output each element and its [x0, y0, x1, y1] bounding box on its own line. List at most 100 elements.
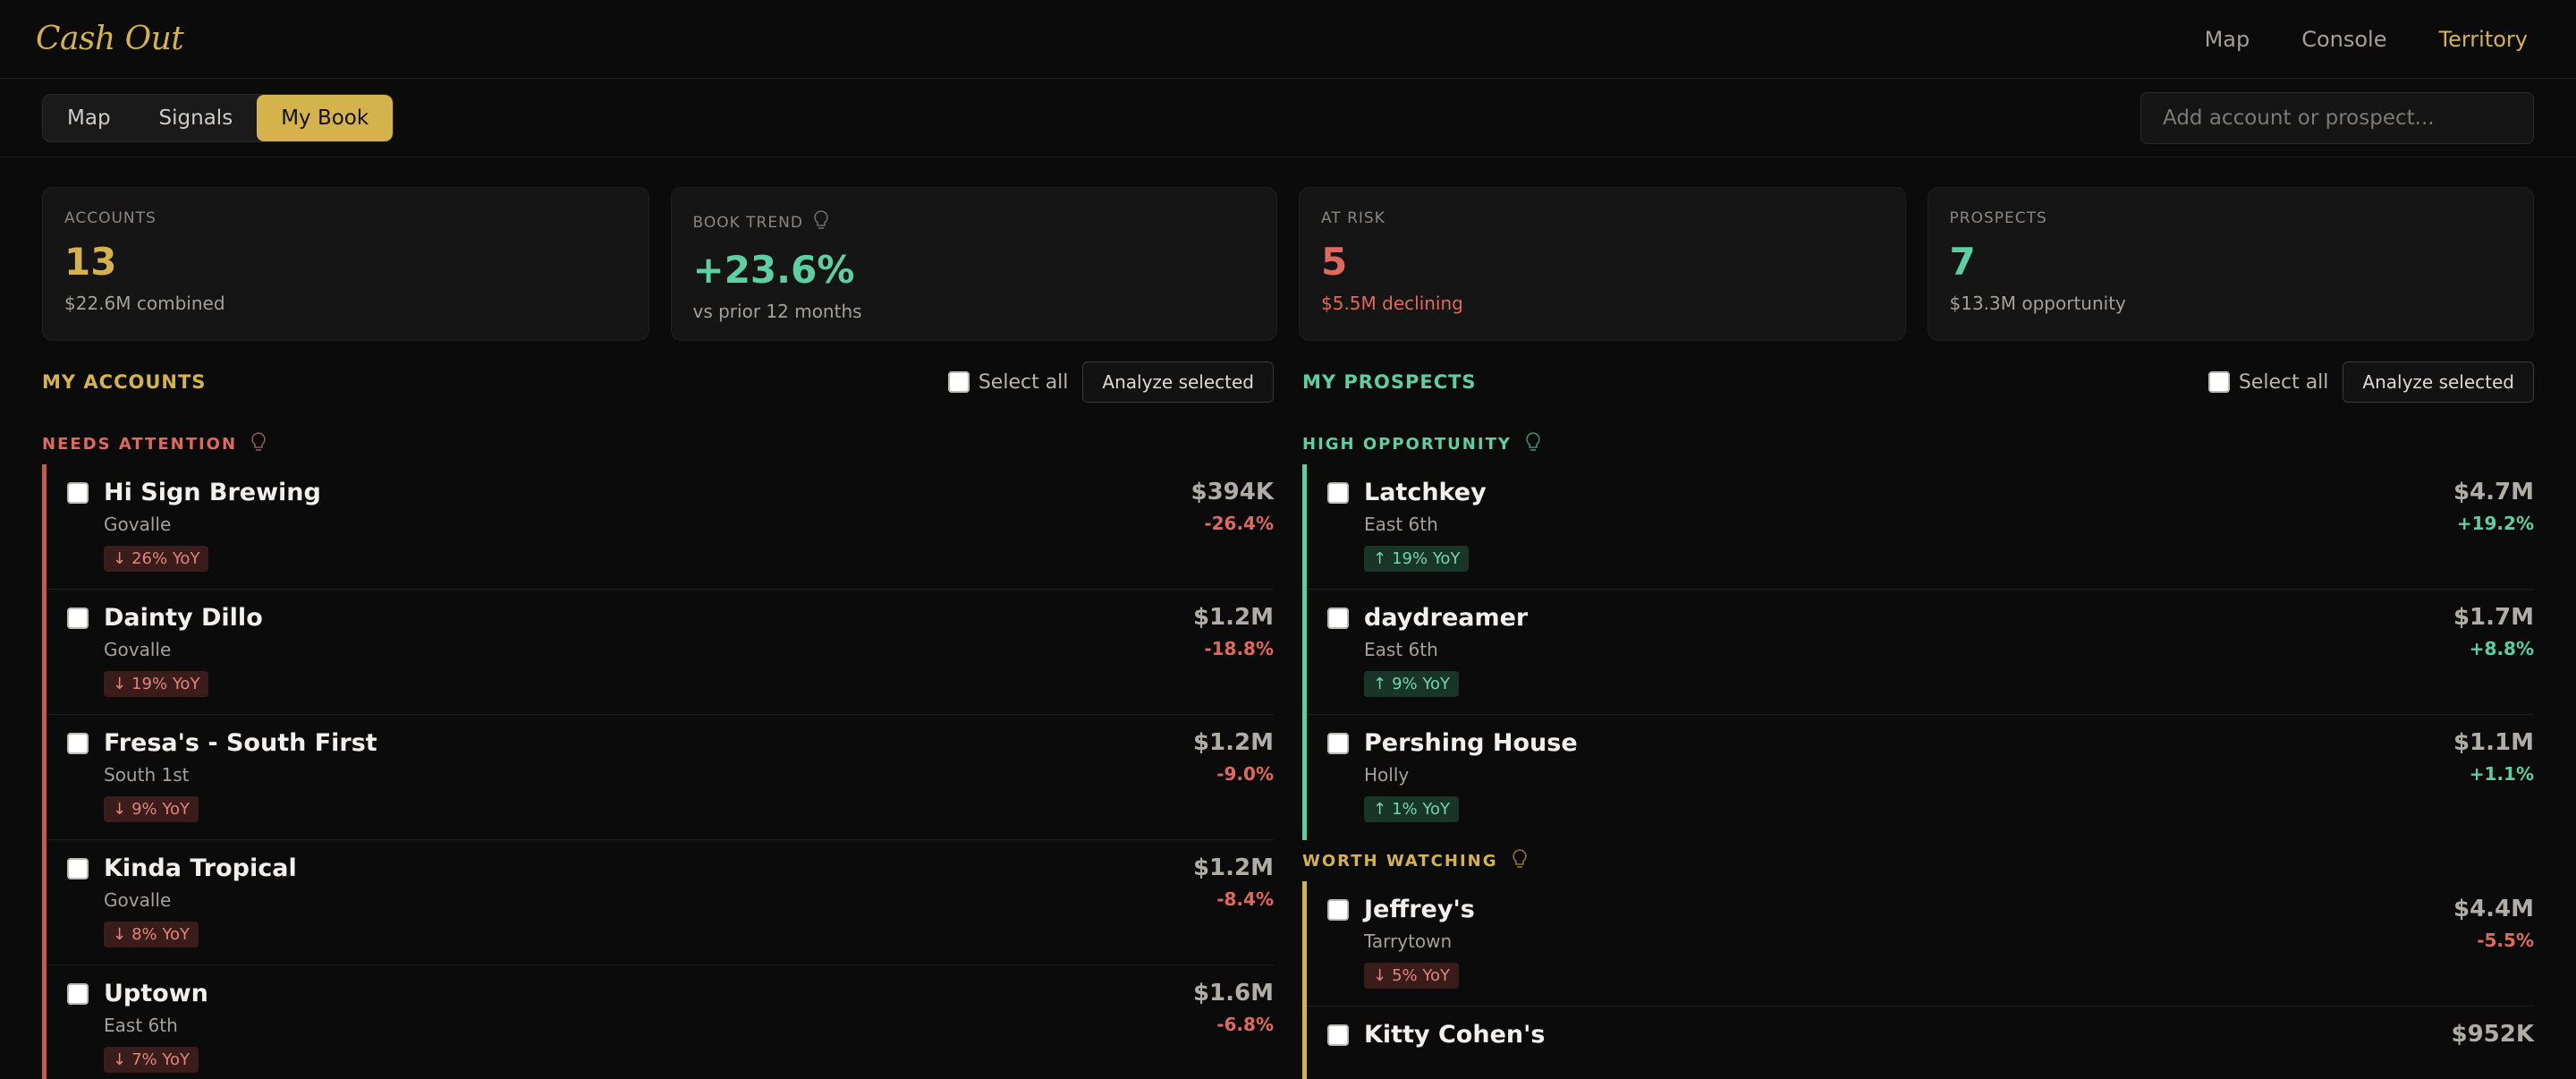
- account-row[interactable]: Uptown East 6th ↓ 7% YoY $1.6M -6.8%: [47, 965, 1274, 1079]
- prospect-row[interactable]: Kitty Cohen's $952K: [1307, 1007, 2534, 1079]
- view-tabs: Map Signals My Book: [42, 93, 394, 142]
- row-right: $394K -26.4%: [1191, 479, 1274, 589]
- prospects-actions: Select all Analyze selected: [2207, 361, 2534, 403]
- badge-text: 1% YoY: [1392, 800, 1450, 819]
- select-all-label: Select all: [2238, 370, 2329, 394]
- tab-my-book[interactable]: My Book: [257, 94, 394, 141]
- account-location: East 6th: [104, 1015, 178, 1036]
- arrow-up-icon: ↑: [1373, 675, 1387, 693]
- row-checkbox[interactable]: [67, 607, 89, 629]
- prospect-row[interactable]: Jeffrey's Tarrytown ↓ 5% YoY $4.4M -5.5%: [1307, 881, 2534, 1007]
- row-checkbox[interactable]: [1327, 607, 1349, 629]
- prospect-row[interactable]: daydreamer East 6th ↑ 9% YoY $1.7M +8.8%: [1307, 590, 2534, 715]
- needs-attention-label: NEEDS ATTENTION: [42, 423, 1274, 464]
- stat-at-risk: AT RISK 5 $5.5M declining: [1299, 187, 1906, 341]
- row-checkbox[interactable]: [67, 983, 89, 1005]
- arrow-down-icon: ↓: [113, 925, 127, 944]
- select-all-prospects[interactable]: Select all: [2207, 370, 2329, 394]
- select-all-label: Select all: [978, 370, 1069, 394]
- prospect-location: East 6th: [1364, 514, 1438, 535]
- badge-text: 9% YoY: [1392, 675, 1450, 693]
- analyze-accounts-button[interactable]: Analyze selected: [1082, 361, 1274, 403]
- high-opportunity-group: Latchkey East 6th ↑ 19% YoY $4.7M +19.2% …: [1302, 464, 2534, 840]
- row-checkbox[interactable]: [1327, 899, 1349, 921]
- lightbulb-icon[interactable]: [1511, 848, 1529, 874]
- yoy-badge: ↓ 9% YoY: [104, 796, 199, 822]
- row-left: Pershing House Holly ↑ 1% YoY: [1327, 729, 1578, 840]
- row-checkbox[interactable]: [67, 482, 89, 504]
- row-right: $1.2M -9.0%: [1193, 729, 1274, 839]
- nav-map[interactable]: Map: [2205, 27, 2250, 52]
- prospect-location: Tarrytown: [1364, 930, 1453, 952]
- prospects-header: MY PROSPECTS Select all Analyze selected: [1302, 341, 2534, 423]
- lightbulb-icon[interactable]: [812, 209, 830, 235]
- row-checkbox[interactable]: [1327, 482, 1349, 504]
- row-checkbox[interactable]: [1327, 733, 1349, 754]
- account-location: Govalle: [104, 639, 172, 660]
- stat-sub: $13.3M opportunity: [1949, 293, 2126, 314]
- prospect-row[interactable]: Latchkey East 6th ↑ 19% YoY $4.7M +19.2%: [1307, 464, 2534, 590]
- prospect-name[interactable]: Jeffrey's: [1364, 896, 1475, 923]
- badge-text: 19% YoY: [131, 675, 200, 693]
- stat-value: 5: [1321, 240, 1348, 284]
- badge-text: 5% YoY: [1392, 966, 1450, 985]
- row-left: Kitty Cohen's: [1327, 1021, 1545, 1079]
- account-row[interactable]: Kinda Tropical Govalle ↓ 8% YoY $1.2M -8.…: [47, 840, 1274, 965]
- yoy-badge: ↓ 5% YoY: [1364, 963, 1459, 989]
- row-left: Fresa's - South First South 1st ↓ 9% YoY: [67, 729, 377, 839]
- prospect-change: -5.5%: [2477, 930, 2534, 951]
- row-info: Jeffrey's Tarrytown ↓ 5% YoY: [1364, 896, 1475, 1006]
- row-checkbox[interactable]: [67, 858, 89, 879]
- row-info: Hi Sign Brewing Govalle ↓ 26% YoY: [104, 479, 321, 589]
- account-name[interactable]: Uptown: [104, 980, 208, 1007]
- select-all-checkbox[interactable]: [2207, 371, 2230, 393]
- lightbulb-icon[interactable]: [250, 431, 267, 457]
- brand-logo[interactable]: Cash Out: [36, 21, 184, 57]
- stat-sub: $22.6M combined: [64, 293, 225, 314]
- account-row[interactable]: Dainty Dillo Govalle ↓ 19% YoY $1.2M -18.…: [47, 590, 1274, 715]
- top-nav: Map Console Territory: [2205, 27, 2540, 52]
- add-account-input[interactable]: [2140, 91, 2534, 144]
- prospect-change: +1.1%: [2469, 763, 2534, 785]
- accounts-actions: Select all Analyze selected: [947, 361, 1274, 403]
- yoy-badge: ↑ 9% YoY: [1364, 671, 1459, 697]
- prospect-name[interactable]: Kitty Cohen's: [1364, 1021, 1545, 1049]
- stat-prospects: PROSPECTS 7 $13.3M opportunity: [1927, 187, 2534, 341]
- prospect-name[interactable]: Latchkey: [1364, 479, 1487, 506]
- prospects-column: MY PROSPECTS Select all Analyze selected…: [1302, 341, 2534, 1079]
- stat-value: 13: [64, 240, 117, 284]
- prospects-title: MY PROSPECTS: [1302, 371, 1477, 393]
- analyze-prospects-button[interactable]: Analyze selected: [2343, 361, 2534, 403]
- row-info: Uptown East 6th ↓ 7% YoY: [104, 980, 208, 1079]
- badge-text: 7% YoY: [131, 1050, 190, 1069]
- account-row[interactable]: Fresa's - South First South 1st ↓ 9% YoY …: [47, 715, 1274, 840]
- account-amount: $1.2M: [1192, 854, 1274, 881]
- nav-territory[interactable]: Territory: [2439, 27, 2529, 52]
- account-name[interactable]: Hi Sign Brewing: [104, 479, 321, 506]
- prospect-amount: $1.1M: [2453, 729, 2534, 756]
- row-right: $1.7M +8.8%: [2453, 604, 2534, 714]
- account-name[interactable]: Fresa's - South First: [104, 729, 377, 757]
- account-row[interactable]: Hi Sign Brewing Govalle ↓ 26% YoY $394K -…: [47, 464, 1274, 590]
- tab-signals[interactable]: Signals: [135, 95, 258, 141]
- row-right: $1.2M -18.8%: [1193, 604, 1274, 714]
- lightbulb-icon[interactable]: [1524, 431, 1542, 457]
- row-left: Jeffrey's Tarrytown ↓ 5% YoY: [1327, 896, 1475, 1006]
- prospect-name[interactable]: Pershing House: [1364, 729, 1578, 757]
- nav-console[interactable]: Console: [2301, 27, 2386, 52]
- row-left: Latchkey East 6th ↑ 19% YoY: [1327, 479, 1487, 589]
- tab-map[interactable]: Map: [43, 95, 135, 141]
- prospect-name[interactable]: daydreamer: [1364, 604, 1528, 632]
- row-left: Hi Sign Brewing Govalle ↓ 26% YoY: [67, 479, 321, 589]
- select-all-accounts[interactable]: Select all: [947, 370, 1069, 394]
- top-bar: Cash Out Map Console Territory: [0, 0, 2576, 79]
- account-name[interactable]: Kinda Tropical: [104, 854, 297, 882]
- yoy-badge: ↓ 8% YoY: [104, 922, 199, 947]
- yoy-badge: ↓ 19% YoY: [104, 671, 209, 697]
- account-name[interactable]: Dainty Dillo: [104, 604, 263, 632]
- row-checkbox[interactable]: [1327, 1024, 1349, 1046]
- account-amount: $1.2M: [1192, 604, 1274, 631]
- row-checkbox[interactable]: [67, 733, 89, 754]
- select-all-checkbox[interactable]: [947, 371, 970, 393]
- prospect-row[interactable]: Pershing House Holly ↑ 1% YoY $1.1M +1.1%: [1307, 715, 2534, 840]
